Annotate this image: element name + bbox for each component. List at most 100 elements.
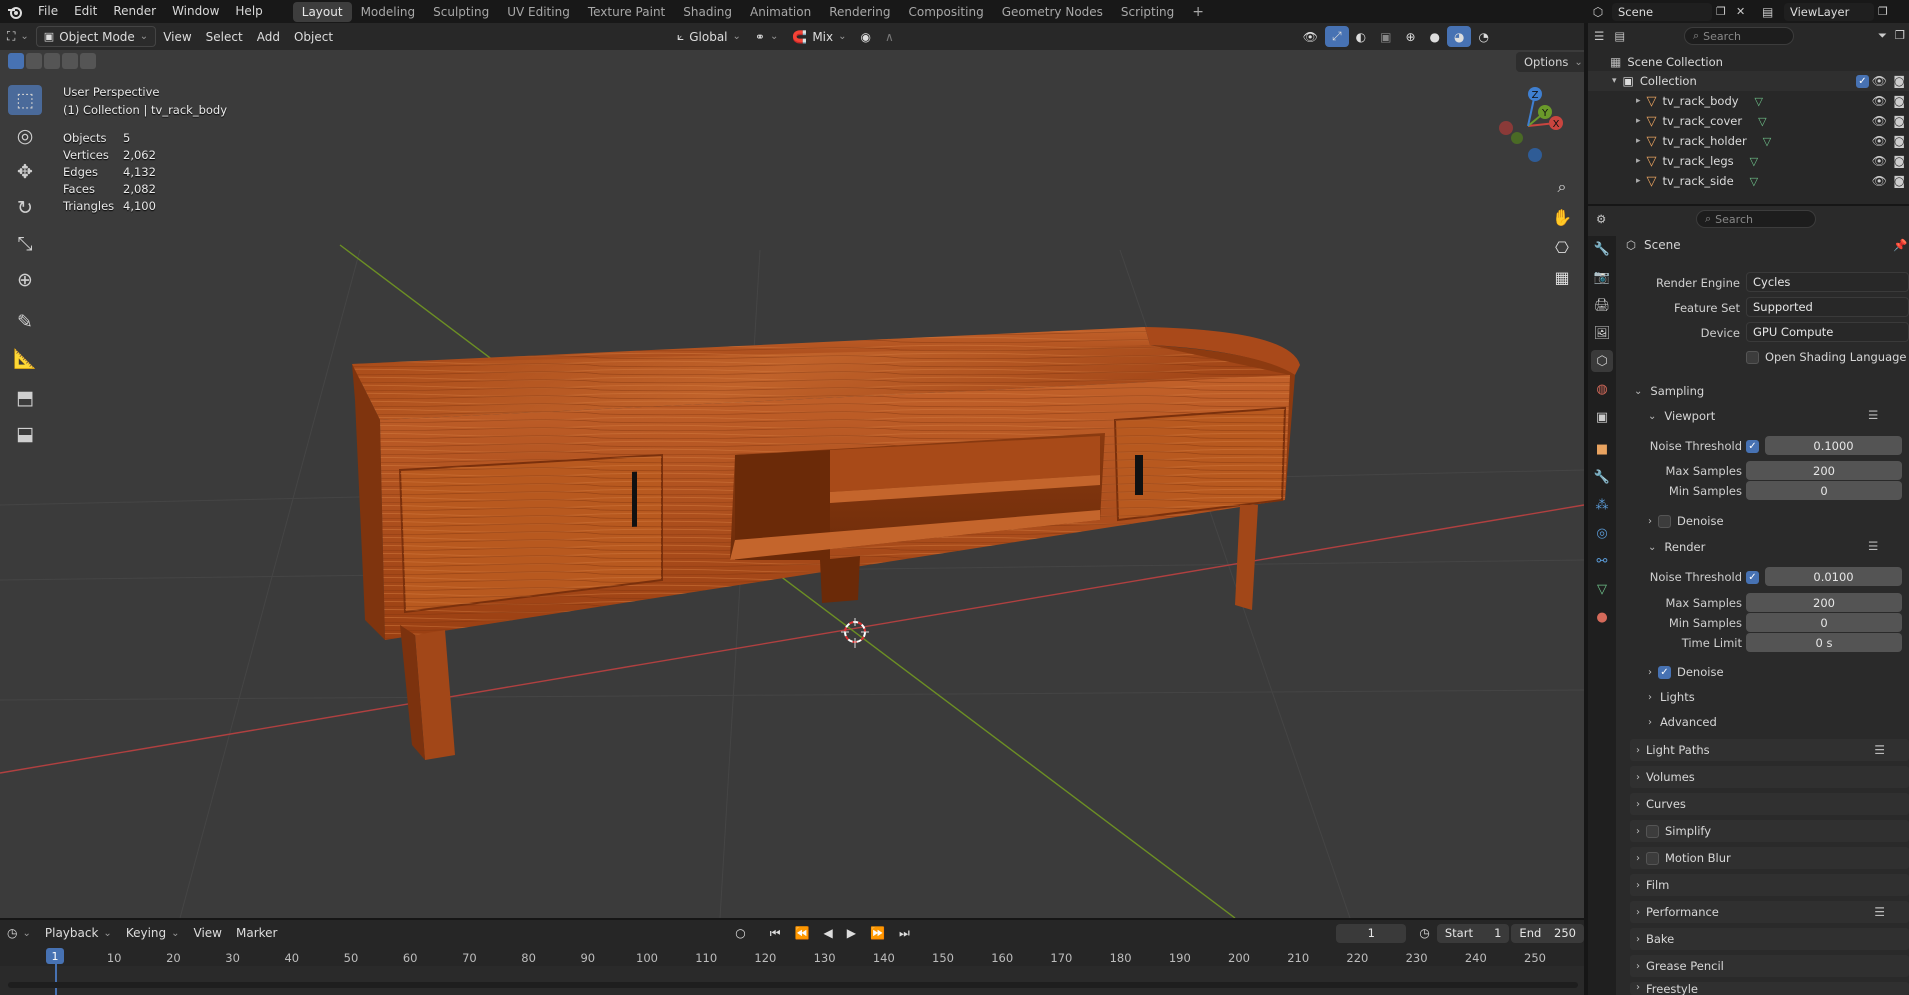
- editor-type-button[interactable]: ⛶ ⌄: [0, 26, 36, 47]
- feature-set-dropdown[interactable]: Supported: [1746, 297, 1909, 317]
- eye-icon[interactable]: 👁: [1872, 154, 1887, 168]
- collection-tab-icon[interactable]: ▣: [1591, 406, 1613, 428]
- menu-edit[interactable]: Edit: [66, 0, 105, 23]
- vp-noise-threshold-field[interactable]: 0.1000: [1765, 436, 1902, 455]
- data-tab-icon[interactable]: ▽: [1591, 578, 1613, 600]
- overlay-toggle-icon[interactable]: ◐: [1349, 26, 1373, 47]
- particles-tab-icon[interactable]: ⁂: [1591, 494, 1613, 516]
- menu-playback[interactable]: Playback ⌄: [38, 923, 119, 944]
- r-noise-threshold-field[interactable]: 0.0100: [1765, 567, 1902, 586]
- device-dropdown[interactable]: GPU Compute: [1746, 322, 1909, 342]
- panel-motion-blur[interactable]: › Motion Blur: [1630, 847, 1909, 869]
- render-engine-dropdown[interactable]: Cycles: [1746, 272, 1909, 292]
- material-tab-icon[interactable]: ●: [1591, 606, 1613, 628]
- r-min-samples-field[interactable]: 0: [1746, 613, 1902, 632]
- menu-view[interactable]: View: [156, 26, 198, 47]
- shading-wireframe-icon[interactable]: ⊕: [1398, 26, 1422, 47]
- view-layer-selector[interactable]: ViewLayer: [1784, 2, 1874, 21]
- new-collection-icon[interactable]: ❐: [1895, 28, 1905, 42]
- tab-sculpting[interactable]: Sculpting: [424, 2, 498, 22]
- area-divider[interactable]: [1584, 23, 1588, 995]
- auto-keying-icon[interactable]: ○: [728, 923, 752, 944]
- eye-icon[interactable]: 👁: [1872, 174, 1887, 188]
- outliner-item-tv-rack-cover[interactable]: ▸ ▽ tv_rack_cover ▽ 👁 ◙: [1588, 111, 1909, 131]
- viewport-subpanel-header[interactable]: ⌄ Viewport: [1648, 409, 1715, 423]
- snap-dropdown[interactable]: 🧲 Mix ⌄: [785, 26, 853, 47]
- properties-search-input[interactable]: ⌕ Search: [1696, 210, 1816, 228]
- pivot-dropdown[interactable]: ⚭ ⌄: [748, 26, 785, 47]
- menu-marker[interactable]: Marker: [229, 923, 284, 944]
- scene-icon[interactable]: ⬡: [1588, 5, 1608, 19]
- outliner-item-tv-rack-side[interactable]: ▸ ▽ tv_rack_side ▽ 👁 ◙: [1588, 171, 1909, 191]
- tab-uv-editing[interactable]: UV Editing: [498, 2, 579, 22]
- properties-editor-icon[interactable]: ⚙: [1596, 212, 1606, 226]
- rotate-tool-icon[interactable]: ↻: [8, 193, 42, 223]
- area-divider[interactable]: [0, 918, 1584, 920]
- delete-scene-icon[interactable]: ✕: [1736, 5, 1752, 18]
- select-subtract-icon[interactable]: [44, 53, 60, 69]
- camera-icon[interactable]: ◙: [1893, 94, 1905, 108]
- r-denoise-checkbox[interactable]: ✓: [1658, 665, 1671, 679]
- eye-icon[interactable]: 👁: [1872, 74, 1887, 88]
- tab-layout[interactable]: Layout: [292, 1, 352, 22]
- view-layer-tab-icon[interactable]: 🖼: [1591, 322, 1613, 344]
- outliner-item-tv-rack-body[interactable]: ▸ ▽ tv_rack_body ▽ 👁 ◙: [1588, 91, 1909, 111]
- play-reverse-icon[interactable]: ◀: [817, 923, 840, 944]
- simplify-checkbox[interactable]: [1646, 824, 1659, 838]
- sampling-panel-header[interactable]: ⌄ Sampling: [1634, 384, 1704, 398]
- panel-freestyle[interactable]: › Freestyle: [1630, 982, 1909, 995]
- jump-end-icon[interactable]: ⏭: [892, 923, 917, 944]
- transform-tool-icon[interactable]: ⊕: [8, 265, 42, 295]
- new-view-layer-icon[interactable]: ❐: [1878, 5, 1894, 18]
- gizmo-toggle-icon[interactable]: ⤢: [1325, 26, 1349, 47]
- camera-icon[interactable]: ◙: [1893, 134, 1905, 148]
- outliner-item-tv-rack-legs[interactable]: ▸ ▽ tv_rack_legs ▽ 👁 ◙: [1588, 151, 1909, 171]
- panel-simplify[interactable]: › Simplify: [1630, 820, 1909, 842]
- playhead[interactable]: 1: [46, 948, 64, 964]
- select-intersect-icon[interactable]: [80, 53, 96, 69]
- outliner-editor-icon[interactable]: ☰: [1594, 29, 1604, 43]
- cursor-tool-icon[interactable]: ◎: [8, 121, 42, 151]
- advanced-subpanel[interactable]: › Advanced: [1648, 715, 1717, 729]
- panel-grease-pencil[interactable]: › Grease Pencil: [1630, 955, 1909, 977]
- options-dropdown[interactable]: Options ⌄: [1516, 52, 1591, 72]
- motion-blur-checkbox[interactable]: [1646, 851, 1659, 865]
- output-tab-icon[interactable]: 🖨: [1591, 294, 1613, 316]
- proportional-edit-icon[interactable]: ◉: [854, 26, 878, 47]
- r-time-limit-field[interactable]: 0 s: [1746, 633, 1902, 652]
- 3d-viewport[interactable]: ⬚ ◎ ✥ ↻ ⤡ ⊕ ✎ 📐 ⬒ ⬓ User Perspective (1)…: [0, 23, 1584, 918]
- panel-volumes[interactable]: › Volumes: [1630, 766, 1909, 788]
- scale-tool-icon[interactable]: ⤡: [8, 229, 42, 259]
- camera-icon[interactable]: ◙: [1893, 174, 1905, 188]
- vp-denoise-checkbox[interactable]: [1658, 514, 1671, 528]
- menu-select[interactable]: Select: [199, 26, 250, 47]
- camera-icon[interactable]: ◙: [1893, 74, 1905, 88]
- menu-help[interactable]: Help: [227, 0, 270, 23]
- camera-icon[interactable]: ◙: [1893, 154, 1905, 168]
- tool-tab-icon[interactable]: 🔧: [1591, 238, 1613, 260]
- tab-scripting[interactable]: Scripting: [1112, 2, 1183, 22]
- area-divider[interactable]: [1588, 204, 1909, 206]
- start-frame-field[interactable]: Start 1: [1436, 923, 1510, 943]
- move-tool-icon[interactable]: ✥: [8, 157, 42, 187]
- falloff-icon[interactable]: ∧: [878, 26, 901, 47]
- r-max-samples-field[interactable]: 200: [1746, 593, 1902, 612]
- mode-dropdown[interactable]: ▣ Object Mode ⌄: [35, 26, 157, 47]
- panel-light-paths[interactable]: › Light Paths ☰: [1630, 739, 1909, 761]
- presets-list-icon[interactable]: ☰: [1868, 408, 1878, 422]
- vp-min-samples-field[interactable]: 0: [1746, 481, 1902, 500]
- timeline-editor-type-button[interactable]: ◷ ⌄: [0, 923, 38, 944]
- current-frame-field[interactable]: 1: [1336, 923, 1407, 943]
- visibility-icon[interactable]: 👁: [1296, 26, 1325, 47]
- zoom-icon[interactable]: ⌕: [1548, 173, 1576, 201]
- vp-noise-threshold-checkbox[interactable]: ✓: [1746, 440, 1759, 453]
- r-denoise-subpanel[interactable]: › ✓ Denoise: [1648, 665, 1724, 679]
- tab-modeling[interactable]: Modeling: [352, 2, 425, 22]
- preview-range-icon[interactable]: ◷: [1412, 923, 1436, 944]
- collection-exclude-checkbox[interactable]: ✓: [1856, 74, 1869, 88]
- object-tab-icon[interactable]: ■: [1591, 438, 1613, 460]
- scene-collection-row[interactable]: ▦ Scene Collection: [1588, 52, 1909, 72]
- select-extend-icon[interactable]: [26, 53, 42, 69]
- add-object-tool-icon[interactable]: ⬓: [8, 419, 42, 449]
- tab-rendering[interactable]: Rendering: [820, 2, 899, 22]
